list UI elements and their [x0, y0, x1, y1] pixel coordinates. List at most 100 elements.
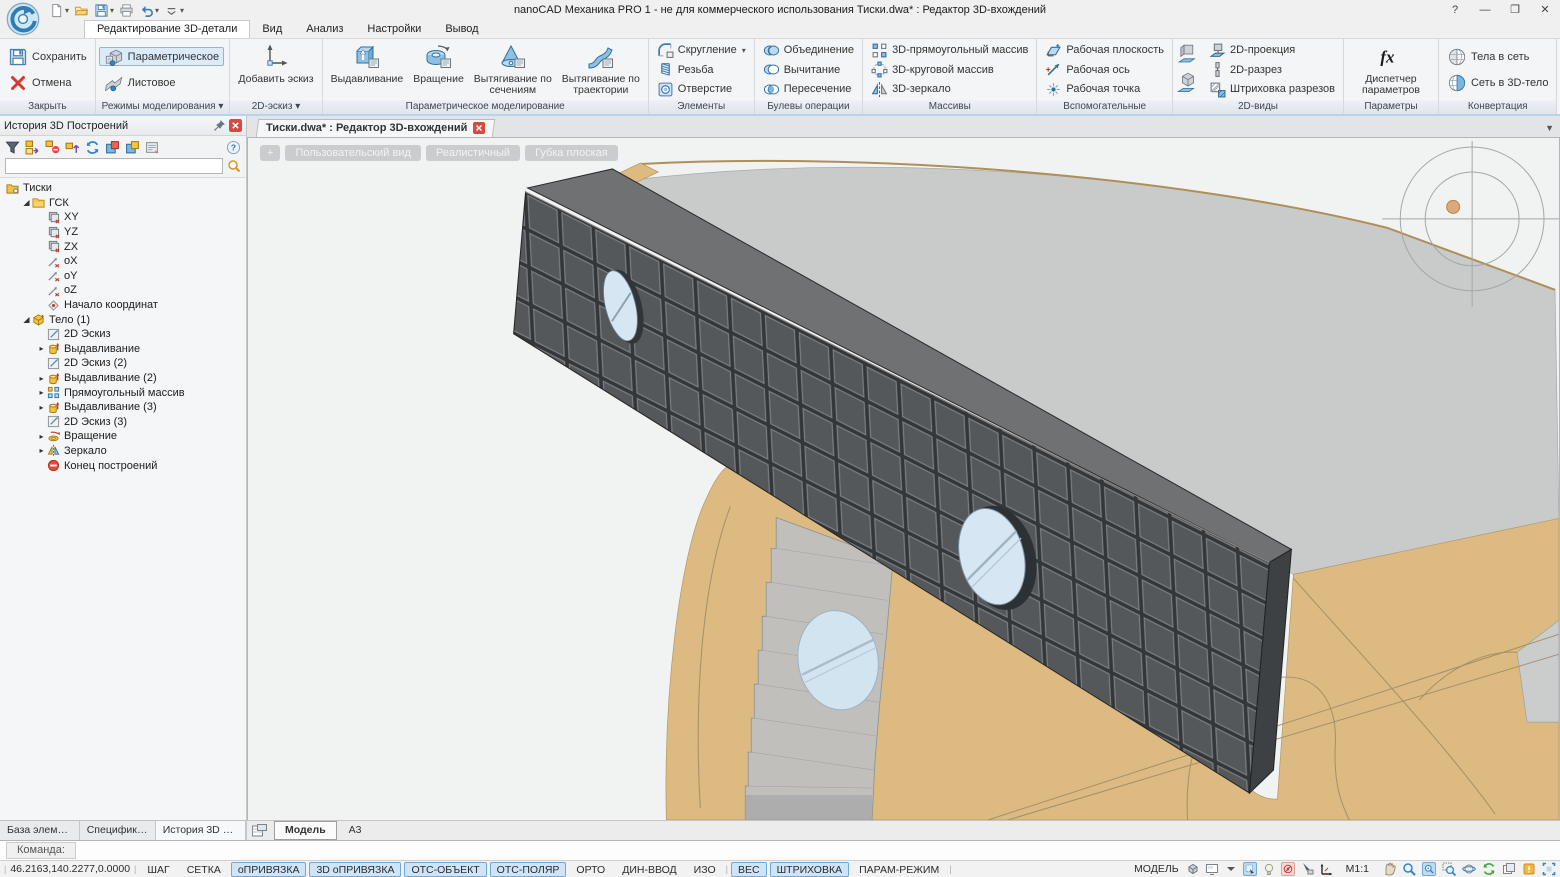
btn-section-2d[interactable]: 2D-разрез: [1204, 60, 1340, 79]
tree-item[interactable]: 2D Эскиз (2): [0, 356, 246, 371]
properties-icon[interactable]: [145, 140, 160, 155]
btn-projection-2d[interactable]: 2D-проекция: [1204, 41, 1340, 60]
status-toggle-ДИН-ВВОД[interactable]: ДИН-ВВОД: [615, 862, 683, 877]
viewports-icon[interactable]: [1502, 862, 1516, 876]
qat-overflow-button[interactable]: ▾: [163, 1, 185, 19]
btn-loft[interactable]: Вытягивание по сечениям: [469, 40, 557, 99]
expand-closed-icon[interactable]: ▸: [36, 446, 47, 455]
view-overlay-Реалистичный[interactable]: Реалистичный: [426, 145, 520, 161]
view-overlay-Губка плоская[interactable]: Губка плоская: [525, 145, 618, 161]
expand-open-icon[interactable]: ◢: [21, 315, 32, 324]
status-toggle-СЕТКА[interactable]: СЕТКА: [180, 862, 228, 877]
viewport-canvas[interactable]: +Пользовательский видРеалистичныйГубка п…: [247, 137, 1560, 820]
tree-item[interactable]: Конец построений: [0, 458, 246, 473]
zoom-in-icon[interactable]: [1402, 862, 1416, 876]
btn-sketch-axes[interactable]: Добавить эскиз: [233, 40, 318, 99]
qat-overflow-button-dropdown-icon[interactable]: ▾: [180, 6, 184, 15]
help-button[interactable]: ?: [1440, 1, 1470, 20]
expand-closed-icon[interactable]: ▸: [36, 432, 47, 441]
tree-item[interactable]: ◢Тело (1): [0, 312, 246, 327]
history-load-icon[interactable]: [125, 140, 140, 155]
status-dropdown-icon[interactable]: [1224, 862, 1238, 876]
lightbulb-icon[interactable]: [1262, 862, 1276, 876]
save-button[interactable]: ▾: [93, 1, 115, 19]
btn-bool-union[interactable]: Объединение: [758, 41, 859, 60]
expand-closed-icon[interactable]: ▸: [36, 403, 47, 412]
panel-tab-Спецификация[interactable]: Спецификация: [80, 821, 156, 840]
status-toggle-ПАРАМ-РЕЖИМ[interactable]: ПАРАМ-РЕЖИМ: [852, 862, 946, 877]
expand-closed-icon[interactable]: ▸: [36, 344, 47, 353]
tree-item[interactable]: Начало координат: [0, 298, 246, 313]
ribbon-tab-Редактирование 3D-детали[interactable]: Редактирование 3D-детали: [84, 20, 250, 38]
expand-closed-icon[interactable]: ▸: [36, 374, 47, 383]
command-line[interactable]: Команда:: [0, 840, 1560, 860]
btn-mode-sheet[interactable]: Листовое: [99, 73, 224, 92]
tree-item[interactable]: ▸Выдавливание: [0, 342, 246, 357]
status-toggle-ОТС-ОБЪЕКТ[interactable]: ОТС-ОБЪЕКТ: [404, 862, 486, 877]
print-button[interactable]: [118, 1, 135, 19]
tree-item[interactable]: 2D Эскиз (3): [0, 415, 246, 430]
btn-work-plane[interactable]: Рабочая плоскость: [1040, 41, 1169, 60]
ribbon-tab-Вид[interactable]: Вид: [250, 21, 294, 38]
new-file-button-dropdown-icon[interactable]: ▾: [65, 6, 69, 15]
ribbon-tab-Настройки[interactable]: Настройки: [355, 21, 433, 38]
btn-cancel[interactable]: Отмена: [3, 73, 92, 92]
tree-item[interactable]: Тиски: [0, 181, 246, 196]
status-toggle-ИЗО[interactable]: ИЗО: [687, 862, 723, 877]
panel-tab-История 3D Пост...[interactable]: История 3D Пост...: [156, 821, 246, 840]
node-add-icon[interactable]: [25, 140, 40, 155]
model-space-label[interactable]: МОДЕЛЬ: [1134, 863, 1179, 875]
filter-icon[interactable]: [5, 140, 20, 155]
expand-closed-icon[interactable]: ▸: [36, 388, 47, 397]
save-button-dropdown-icon[interactable]: ▾: [110, 6, 114, 15]
btn-view-projection-big[interactable]: [1176, 42, 1200, 69]
selection-cycling-icon[interactable]: [1243, 862, 1257, 876]
tree-item[interactable]: oZ: [0, 283, 246, 298]
panel-tab-База элементов[interactable]: База элементов: [0, 821, 80, 840]
tree-item[interactable]: ▸Выдавливание (3): [0, 400, 246, 415]
open-file-button[interactable]: [73, 1, 90, 19]
help-icon[interactable]: ?: [226, 140, 241, 155]
history-search-input[interactable]: [5, 158, 223, 174]
btn-bool-intersect[interactable]: Пересечение: [758, 80, 859, 99]
btn-mirror-3d[interactable]: 3D-зеркало: [866, 80, 1033, 99]
drawing-tab-Модель[interactable]: Модель: [274, 821, 337, 840]
tree-item[interactable]: oY: [0, 269, 246, 284]
tree-item[interactable]: YZ: [0, 225, 246, 240]
btn-body-to-mesh[interactable]: Тела в сеть: [1442, 47, 1553, 66]
ucs-icon[interactable]: [1319, 862, 1333, 876]
status-toggle-ОТС-ПОЛЯР[interactable]: ОТС-ПОЛЯР: [490, 862, 567, 877]
view-overlay-add[interactable]: +: [260, 145, 280, 161]
btn-thread[interactable]: Резьба: [652, 60, 751, 79]
tree-item[interactable]: ▸Зеркало: [0, 444, 246, 459]
tree-item[interactable]: ▸Прямоугольный массив: [0, 385, 246, 400]
cursor-badge-icon[interactable]: [1300, 862, 1314, 876]
btn-work-axis[interactable]: Рабочая ось: [1040, 60, 1169, 79]
tab-list-dropdown-icon[interactable]: ▼: [1545, 123, 1554, 137]
btn-sweep[interactable]: Вытягивание по траектории: [557, 40, 645, 99]
btn-mode-parametric[interactable]: Параметрическое: [99, 47, 224, 66]
close-button[interactable]: ✕: [1530, 1, 1560, 20]
refresh-icon[interactable]: [85, 140, 100, 155]
btn-hatch-2d[interactable]: Штриховка разрезов: [1204, 80, 1340, 99]
btn-revolve[interactable]: Вращение: [408, 40, 469, 99]
btn-mesh-to-body[interactable]: Сеть в 3D-тело: [1442, 73, 1553, 92]
drawing-tab-A3[interactable]: A3: [339, 822, 372, 839]
minimize-button[interactable]: —: [1470, 1, 1500, 20]
tree-item[interactable]: XY: [0, 210, 246, 225]
expand-open-icon[interactable]: ◢: [21, 198, 32, 207]
node-move-up-icon[interactable]: [65, 140, 80, 155]
scale-indicator[interactable]: М1:1: [1346, 863, 1369, 875]
new-file-button[interactable]: ▾: [48, 1, 70, 19]
tree-item[interactable]: 2D Эскиз: [0, 327, 246, 342]
disable-3d-osnap-icon[interactable]: [1281, 862, 1295, 876]
app-logo-icon[interactable]: [6, 2, 40, 36]
panel-close-icon[interactable]: [229, 119, 242, 132]
tree-item[interactable]: ▸Выдавливание (2): [0, 371, 246, 386]
pin-icon[interactable]: [213, 119, 226, 132]
status-toggle-3D оПРИВЯЗКА[interactable]: 3D оПРИВЯЗКА: [309, 862, 401, 877]
search-icon[interactable]: [227, 159, 241, 173]
status-toggle-ШАГ[interactable]: ШАГ: [140, 862, 176, 877]
undo-button-dropdown-icon[interactable]: ▾: [155, 6, 159, 15]
layout-sheets-icon[interactable]: [251, 824, 268, 838]
